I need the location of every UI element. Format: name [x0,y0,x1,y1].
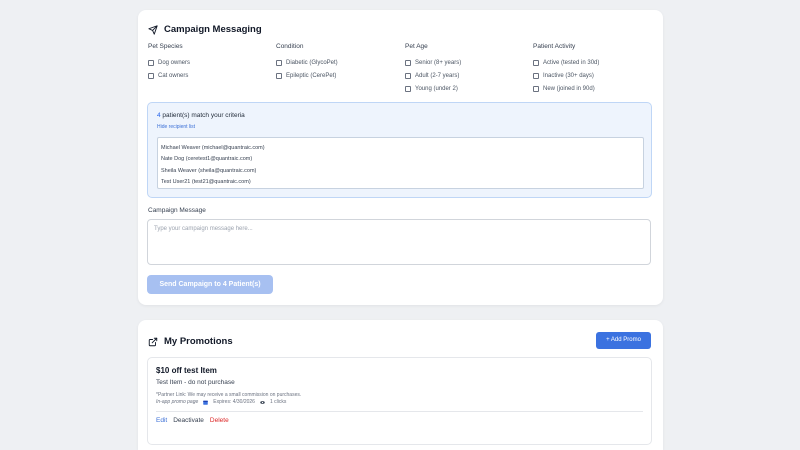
my-promotions-card: My Promotions + Add Promo $10 off test I… [138,320,663,450]
promo-delete-link[interactable]: Delete [210,417,229,424]
campaign-message-label: Campaign Message [148,207,206,214]
promo-clicks: 1 clicks [269,399,287,405]
checkbox[interactable] [533,72,539,79]
checkbox[interactable] [533,85,539,92]
filter-option-senior[interactable]: Senior (8+ years) [405,56,461,69]
filter-heading: Pet Species [148,43,183,50]
filter-heading: Pet Age [405,43,428,50]
send-icon [148,24,158,35]
match-suffix: patient(s) match your criteria [160,112,245,119]
option-label: Young (under 2) [415,85,458,92]
promo-partner-note: *Partner Link: We may receive a small co… [156,392,302,398]
checkbox[interactable] [533,59,539,66]
promo-deactivate-link[interactable]: Deactivate [173,417,204,424]
filter-heading: Patient Activity [533,43,576,50]
filter-option-adult[interactable]: Adult (2-7 years) [405,69,461,82]
promotions-title-text: My Promotions [164,336,233,347]
checkbox[interactable] [148,72,154,79]
filter-option-inactive[interactable]: Inactive (30+ days) [533,69,599,82]
campaign-title-text: Campaign Messaging [164,24,262,35]
filter-option-new[interactable]: New (joined in 90d) [533,82,599,95]
option-label: Senior (8+ years) [415,59,462,66]
recipient-item: Test User21 (test21@quantraic.com) [161,178,251,185]
checkbox[interactable] [405,72,411,79]
eye-icon [260,400,265,404]
filter-option-active[interactable]: Active (tested in 30d) [533,56,599,69]
filter-option-young[interactable]: Young (under 2) [405,82,461,95]
promo-meta: In-app promo page Expires: 4/30/2026 1 c… [156,399,286,405]
option-label: Diabetic (GlycoPet) [286,59,338,66]
recipient-item: Michael Weaver (michael@quantraic.com) [161,145,265,151]
promo-title: $10 off test Item [156,366,217,375]
promo-description: Test Item - do not purchase [156,379,235,386]
checkbox[interactable] [148,59,154,66]
calendar-icon [203,400,209,405]
option-label: Cat owners [158,72,189,79]
checkbox[interactable] [276,59,282,66]
filter-option-diabetic[interactable]: Diabetic (GlycoPet) [276,56,338,69]
filter-option-cat-owners[interactable]: Cat owners [148,69,190,82]
checkbox[interactable] [405,85,411,92]
promo-item: $10 off test Item Test Item - do not pur… [147,357,652,445]
external-link-icon [148,337,158,346]
promo-divider [156,411,643,412]
filter-patient-activity: Patient Activity Active (tested in 30d) … [533,43,599,95]
option-label: Dog owners [158,59,191,66]
filter-condition: Condition Diabetic (GlycoPet) Epileptic … [276,43,338,82]
campaign-message-input[interactable] [147,219,651,265]
promo-edit-link[interactable]: Edit [156,417,167,424]
filter-pet-age: Pet Age Senior (8+ years) Adult (2-7 yea… [405,43,461,95]
checkbox[interactable] [276,72,282,79]
promo-type: In-app promo page [156,399,199,405]
filter-heading: Condition [276,43,304,50]
match-summary-box: 4 patient(s) match your criteria Hide re… [147,102,652,198]
checkbox[interactable] [405,59,411,66]
campaign-messaging-card: Campaign Messaging Pet Species Dog owner… [138,10,663,305]
campaign-title: Campaign Messaging [148,24,262,35]
recipient-item: Sheila Weaver (sheila@quantraic.com) [161,167,257,174]
add-promo-button[interactable]: + Add Promo [596,332,651,349]
promo-expires: Expires: 4/30/2026 [213,399,255,405]
option-label: New (joined in 90d) [543,85,595,92]
match-count-text: 4 patient(s) match your criteria [157,112,245,119]
recipient-item: Nate Dog (ceretest1@quantraic.com) [161,156,253,163]
filter-option-epileptic[interactable]: Epileptic (CerePet) [276,69,338,82]
send-campaign-button[interactable]: Send Campaign to 4 Patient(s) [147,275,273,294]
promotions-title: My Promotions [148,336,233,347]
filter-option-dog-owners[interactable]: Dog owners [148,56,190,69]
option-label: Active (tested in 30d) [543,59,600,66]
option-label: Epileptic (CerePet) [286,72,337,79]
option-label: Adult (2-7 years) [415,72,460,79]
filter-pet-species: Pet Species Dog owners Cat owners [148,43,190,82]
promo-actions: Edit Deactivate Delete [156,417,229,424]
hide-recipient-list-link[interactable]: Hide recipient list [157,124,195,130]
recipient-list[interactable]: Michael Weaver (michael@quantraic.com) N… [157,137,644,189]
option-label: Inactive (30+ days) [543,72,594,79]
